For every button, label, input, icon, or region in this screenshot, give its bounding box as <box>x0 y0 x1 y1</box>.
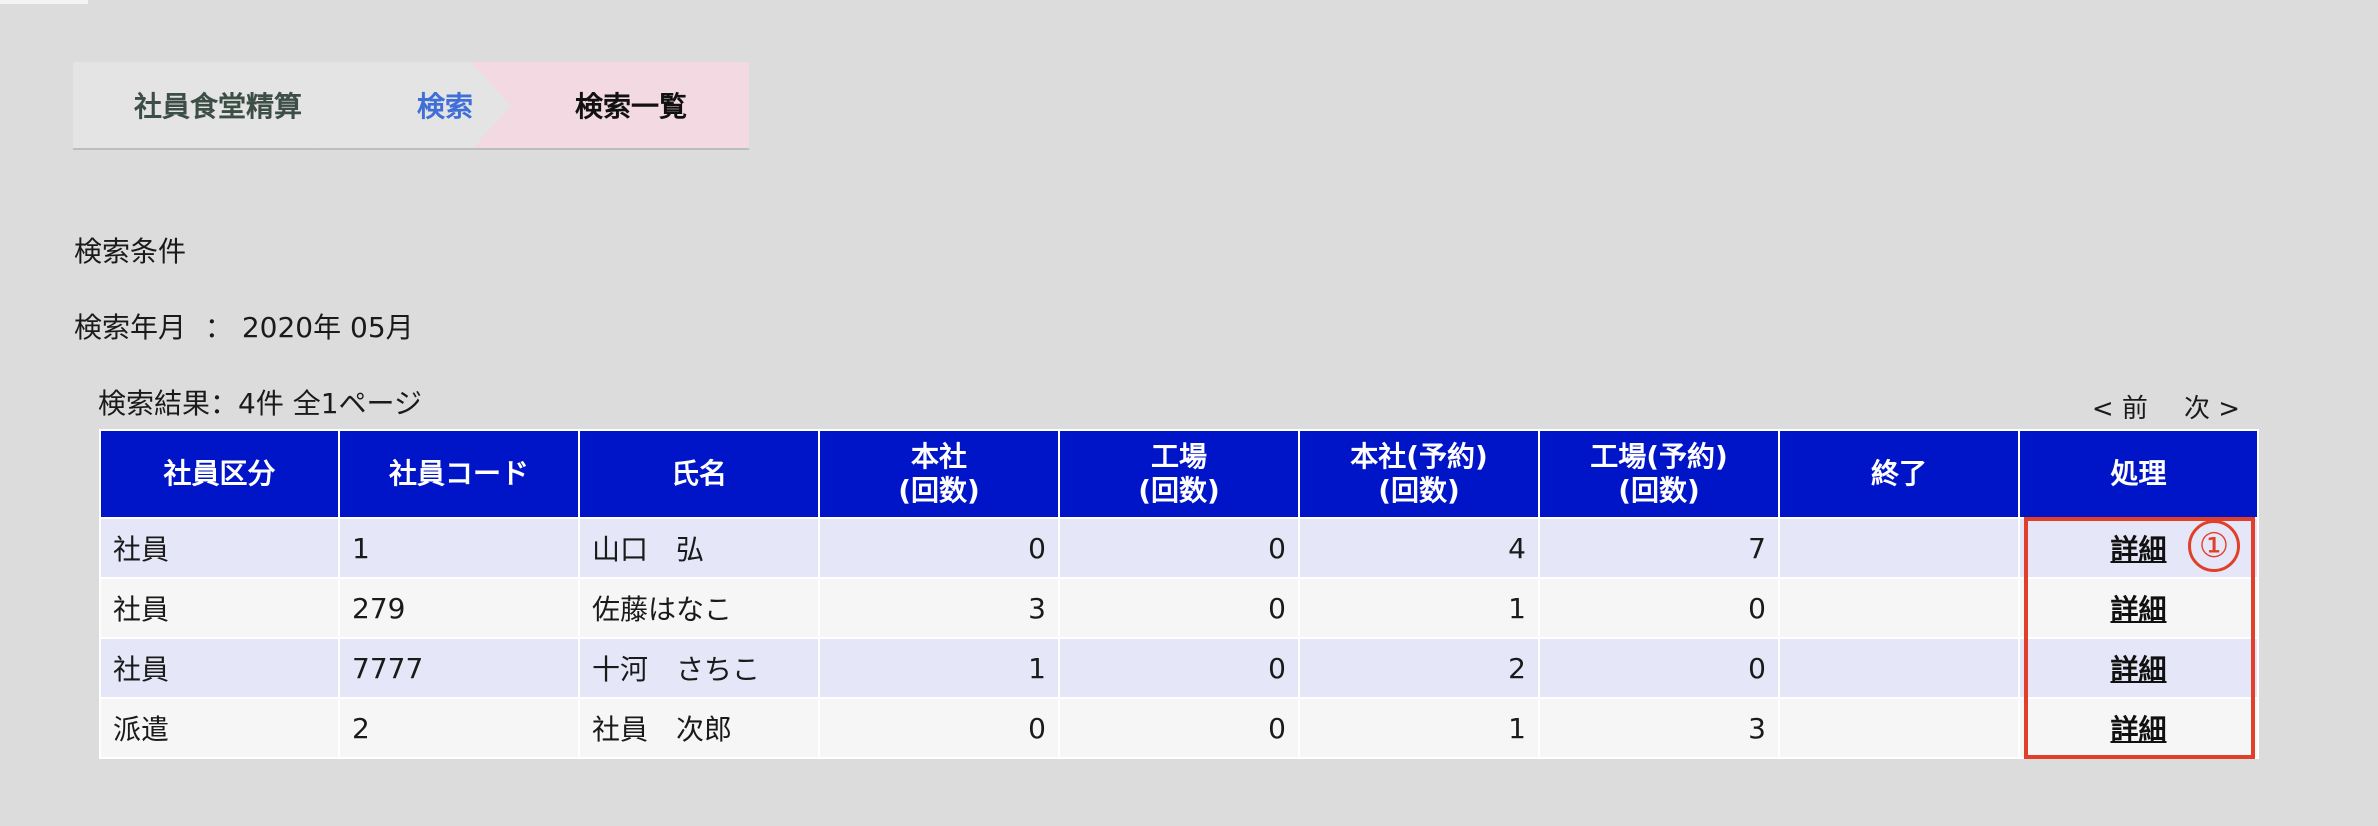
cell-name: 社員 次郎 <box>578 697 820 759</box>
cell-hq-reserved-count: 1 <box>1298 697 1540 759</box>
breadcrumb-item-search-list: 検索一覧 <box>471 62 749 150</box>
cell-name: 山口 弘 <box>578 517 820 579</box>
header-action: 処理 <box>2018 429 2259 519</box>
result-summary: 検索結果：4件 全1ページ <box>98 387 422 420</box>
header-hq-reserved-count: 本社(予約) (回数) <box>1298 429 1540 519</box>
condition-separator: ： <box>204 311 233 344</box>
results-table: 社員区分 社員コード 氏名 本社 (回数) 工場 (回数) 本社(予約) (回数… <box>99 429 2259 759</box>
detail-link[interactable]: 詳細 <box>2110 533 2166 566</box>
breadcrumb: 社員食堂精算 検索 検索一覧 <box>73 62 749 152</box>
cell-hq-count: 0 <box>818 517 1060 579</box>
cell-employee-code: 1 <box>338 517 580 579</box>
cell-factory-count: 0 <box>1058 577 1300 639</box>
header-factory-count: 工場 (回数) <box>1058 429 1300 519</box>
pager-next-link[interactable]: 次 > <box>2184 388 2240 425</box>
detail-link[interactable]: 詳細 <box>2110 653 2166 686</box>
header-finished: 終了 <box>1778 429 2020 519</box>
cell-action: 詳細 <box>2018 637 2259 699</box>
cell-factory-count: 0 <box>1058 517 1300 579</box>
cell-action: 詳細 <box>2018 697 2259 759</box>
cell-hq-reserved-count: 1 <box>1298 577 1540 639</box>
condition-value: 2020年 05月 <box>241 311 414 344</box>
pager: < 前 次 > <box>2092 388 2240 425</box>
table-row: 社員 7777 十河 さちこ 1 0 2 0 詳細 <box>99 637 2259 699</box>
cell-action: 詳細 <box>2018 577 2259 639</box>
header-employee-code: 社員コード <box>338 429 580 519</box>
cell-hq-count: 1 <box>818 637 1060 699</box>
cell-hq-count: 0 <box>818 697 1060 759</box>
annotation-marker: ① <box>2188 520 2240 572</box>
top-tab <box>0 0 88 4</box>
cell-name: 十河 さちこ <box>578 637 820 699</box>
cell-factory-reserved-count: 7 <box>1538 517 1780 579</box>
cell-name: 佐藤はなこ <box>578 577 820 639</box>
cell-hq-reserved-count: 4 <box>1298 517 1540 579</box>
cell-employee-type: 社員 <box>99 517 340 579</box>
cell-factory-count: 0 <box>1058 637 1300 699</box>
cell-finished <box>1778 577 2020 639</box>
cell-factory-reserved-count: 0 <box>1538 637 1780 699</box>
detail-link[interactable]: 詳細 <box>2110 593 2166 626</box>
search-condition-month: 検索年月 ： 2020年 05月 <box>74 306 414 346</box>
cell-factory-reserved-count: 3 <box>1538 697 1780 759</box>
cell-employee-type: 派遣 <box>99 697 340 759</box>
table-row: 社員 279 佐藤はなこ 3 0 1 0 詳細 <box>99 577 2259 639</box>
cell-employee-code: 279 <box>338 577 580 639</box>
cell-factory-reserved-count: 0 <box>1538 577 1780 639</box>
cell-hq-reserved-count: 2 <box>1298 637 1540 699</box>
table-header-row: 社員区分 社員コード 氏名 本社 (回数) 工場 (回数) 本社(予約) (回数… <box>99 429 2259 519</box>
header-employee-type: 社員区分 <box>99 429 340 519</box>
cell-employee-code: 2 <box>338 697 580 759</box>
table-row: 派遣 2 社員 次郎 0 0 1 3 詳細 <box>99 697 2259 759</box>
table-row: 社員 1 山口 弘 0 0 4 7 詳細 <box>99 517 2259 579</box>
cell-employee-type: 社員 <box>99 577 340 639</box>
header-name: 氏名 <box>578 429 820 519</box>
cell-employee-type: 社員 <box>99 637 340 699</box>
cell-employee-code: 7777 <box>338 637 580 699</box>
cell-hq-count: 3 <box>818 577 1060 639</box>
pager-prev-link[interactable]: < 前 <box>2092 388 2148 425</box>
condition-label: 検索年月 <box>74 311 187 344</box>
detail-link[interactable]: 詳細 <box>2110 713 2166 746</box>
cell-finished <box>1778 637 2020 699</box>
header-factory-reserved-count: 工場(予約) (回数) <box>1538 429 1780 519</box>
cell-factory-count: 0 <box>1058 697 1300 759</box>
search-conditions-title: 検索条件 <box>74 235 187 268</box>
header-hq-count: 本社 (回数) <box>818 429 1060 519</box>
cell-finished <box>1778 517 2020 579</box>
cell-finished <box>1778 697 2020 759</box>
